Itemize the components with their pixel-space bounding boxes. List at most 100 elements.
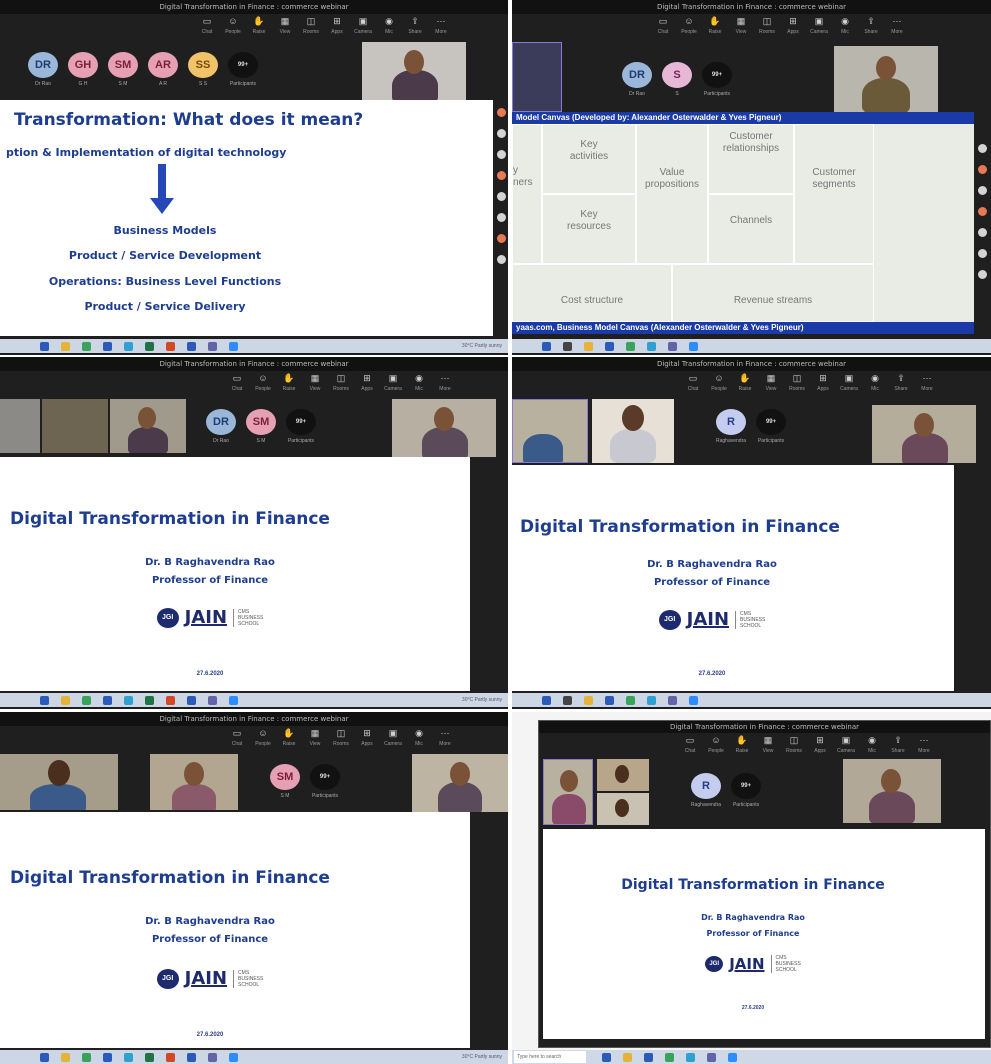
chrome-icon[interactable] — [82, 695, 91, 705]
rooms-icon[interactable]: ◫ Rooms — [330, 373, 352, 395]
zoom-icon[interactable] — [229, 1052, 238, 1062]
view-icon[interactable]: ▦ View — [304, 373, 326, 395]
share-icon[interactable]: ⇪ Share — [887, 735, 909, 757]
avatar[interactable]: DR Dr Rao — [622, 62, 652, 97]
chat-icon[interactable]: ▭ Chat — [196, 16, 218, 38]
powerpoint-icon[interactable] — [166, 1052, 175, 1062]
more-icon[interactable]: ⋯ More — [434, 728, 456, 750]
people-icon[interactable]: ☺ People — [252, 728, 274, 750]
more-icon[interactable]: ⋯ More — [913, 735, 935, 757]
share-icon[interactable]: ⇪ Share — [890, 373, 912, 395]
view-icon[interactable]: ▦ View — [730, 16, 752, 38]
chat-icon[interactable]: ▭ Chat — [226, 728, 248, 750]
view-icon[interactable]: ▦ View — [304, 728, 326, 750]
avatar[interactable]: SS — [662, 62, 692, 97]
raise-hand-icon[interactable]: ✋ Raise — [731, 735, 753, 757]
file-explorer-icon[interactable] — [584, 695, 593, 705]
zoom-icon[interactable] — [689, 341, 698, 351]
share-icon[interactable]: ⇪ Share — [860, 16, 882, 38]
avatar-participants[interactable]: 99+ Participants — [731, 773, 762, 808]
taskbar-search-box[interactable]: Type here to search — [514, 1051, 586, 1063]
edge-icon[interactable] — [647, 341, 656, 351]
avatar-participants[interactable]: 99+ Participants — [228, 52, 258, 87]
start-icon[interactable] — [40, 1052, 49, 1062]
search-icon[interactable] — [563, 341, 572, 351]
raise-hand-icon[interactable]: ✋ Raise — [278, 728, 300, 750]
chrome-icon[interactable] — [82, 341, 91, 351]
chat-icon[interactable]: ▭ Chat — [679, 735, 701, 757]
raise-hand-icon[interactable]: ✋ Raise — [248, 16, 270, 38]
chrome-icon[interactable] — [626, 695, 635, 705]
more-icon[interactable]: ⋯ More — [434, 373, 456, 395]
raise-hand-icon[interactable]: ✋ Raise — [704, 16, 726, 38]
avatar[interactable]: DR Dr Rao — [206, 409, 236, 444]
apps-icon[interactable]: ⊞ Apps — [809, 735, 831, 757]
people-icon[interactable]: ☺ People — [222, 16, 244, 38]
excel-icon[interactable] — [145, 1052, 154, 1062]
file-explorer-icon[interactable] — [61, 1052, 70, 1062]
rooms-icon[interactable]: ◫ Rooms — [756, 16, 778, 38]
avatar-participants[interactable]: 99+ Participants — [702, 62, 732, 97]
edge-icon[interactable] — [647, 695, 656, 705]
powerpoint-icon[interactable] — [166, 341, 175, 351]
mic-icon[interactable]: ◉ Mic — [861, 735, 883, 757]
chat-icon[interactable]: ▭ Chat — [682, 373, 704, 395]
zoom-icon[interactable] — [229, 341, 238, 351]
camera-icon[interactable]: ▣ Camera — [838, 373, 860, 395]
apps-icon[interactable]: ⊞ Apps — [782, 16, 804, 38]
people-icon[interactable]: ☺ People — [708, 373, 730, 395]
mail-icon[interactable] — [605, 341, 614, 351]
powerpoint-icon[interactable] — [166, 695, 175, 705]
file-explorer-icon[interactable] — [61, 341, 70, 351]
mail-icon[interactable] — [605, 695, 614, 705]
view-icon[interactable]: ▦ View — [274, 16, 296, 38]
start-icon[interactable] — [602, 1052, 611, 1062]
store-icon[interactable] — [187, 1052, 196, 1062]
people-icon[interactable]: ☺ People — [678, 16, 700, 38]
edge-icon[interactable] — [124, 1052, 133, 1062]
camera-icon[interactable]: ▣ Camera — [352, 16, 374, 38]
more-icon[interactable]: ⋯ More — [886, 16, 908, 38]
start-icon[interactable] — [542, 341, 551, 351]
avatar-participants[interactable]: 99+ Participants — [286, 409, 316, 444]
avatar[interactable]: R Raghavendra — [716, 409, 746, 444]
teams-icon[interactable] — [668, 695, 677, 705]
apps-icon[interactable]: ⊞ Apps — [812, 373, 834, 395]
rooms-icon[interactable]: ◫ Rooms — [330, 728, 352, 750]
file-explorer-icon[interactable] — [623, 1052, 632, 1062]
chat-icon[interactable]: ▭ Chat — [652, 16, 674, 38]
mic-icon[interactable]: ◉ Mic — [378, 16, 400, 38]
store-icon[interactable] — [187, 341, 196, 351]
mic-icon[interactable]: ◉ Mic — [408, 728, 430, 750]
mail-icon[interactable] — [103, 1052, 112, 1062]
store-icon[interactable] — [187, 695, 196, 705]
chrome-icon[interactable] — [665, 1052, 674, 1062]
excel-icon[interactable] — [145, 695, 154, 705]
zoom-icon[interactable] — [728, 1052, 737, 1062]
avatar[interactable]: AR A R — [148, 52, 178, 87]
edge-icon[interactable] — [124, 341, 133, 351]
raise-hand-icon[interactable]: ✋ Raise — [278, 373, 300, 395]
teams-icon[interactable] — [707, 1052, 716, 1062]
mail-icon[interactable] — [103, 695, 112, 705]
avatar[interactable]: SS S S — [188, 52, 218, 87]
people-icon[interactable]: ☺ People — [705, 735, 727, 757]
search-icon[interactable] — [563, 695, 572, 705]
more-icon[interactable]: ⋯ More — [916, 373, 938, 395]
mail-icon[interactable] — [103, 341, 112, 351]
avatar[interactable]: SM S M — [108, 52, 138, 87]
apps-icon[interactable]: ⊞ Apps — [326, 16, 348, 38]
avatar-participants[interactable]: 99+ Participants — [310, 764, 340, 799]
start-icon[interactable] — [40, 695, 49, 705]
share-icon[interactable]: ⇪ Share — [404, 16, 426, 38]
more-icon[interactable]: ⋯ More — [430, 16, 452, 38]
teams-icon[interactable] — [208, 695, 217, 705]
camera-icon[interactable]: ▣ Camera — [382, 373, 404, 395]
file-explorer-icon[interactable] — [584, 341, 593, 351]
camera-icon[interactable]: ▣ Camera — [382, 728, 404, 750]
people-icon[interactable]: ☺ People — [252, 373, 274, 395]
teams-icon[interactable] — [668, 341, 677, 351]
start-icon[interactable] — [40, 341, 49, 351]
teams-icon[interactable] — [208, 341, 217, 351]
mic-icon[interactable]: ◉ Mic — [834, 16, 856, 38]
